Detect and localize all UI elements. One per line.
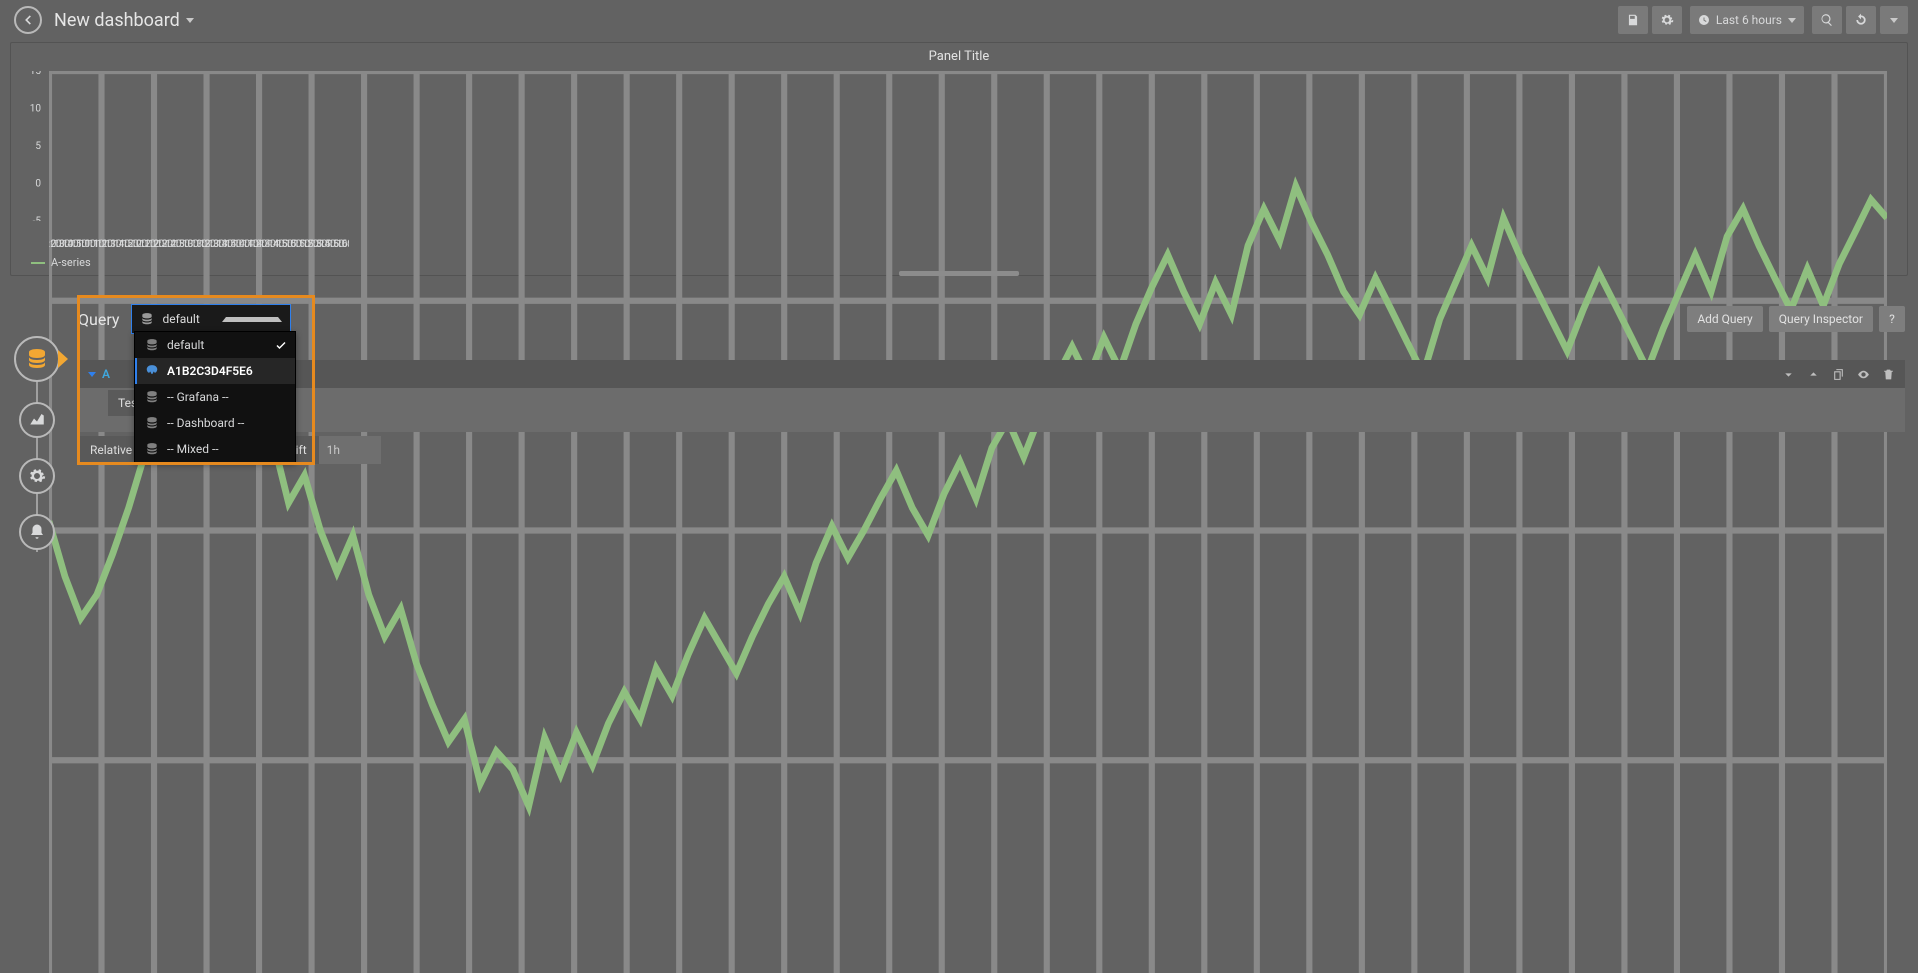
query-row-body: Test xyxy=(78,388,1905,418)
svg-text:0: 0 xyxy=(35,179,41,190)
svg-text:5: 5 xyxy=(35,141,41,152)
query-rows: A Test Relative time 1h Time shift 1h xyxy=(78,360,1905,464)
check-icon xyxy=(275,339,287,351)
svg-text:15: 15 xyxy=(30,71,42,77)
go-back-button[interactable] xyxy=(14,6,42,34)
postgres-icon xyxy=(145,364,159,378)
step-alert[interactable] xyxy=(19,514,55,550)
bell-icon xyxy=(28,523,46,541)
clock-icon xyxy=(1698,14,1710,26)
query-time-options: Relative time 1h Time shift 1h xyxy=(78,436,1905,464)
arrow-left-icon xyxy=(21,13,35,27)
toggle-visibility-icon[interactable] xyxy=(1857,368,1870,381)
datasource-option[interactable]: default xyxy=(135,332,295,358)
database-icon xyxy=(145,390,159,404)
time-shift-input[interactable]: 1h xyxy=(319,436,381,464)
database-icon xyxy=(145,442,159,456)
datasource-option-label: default xyxy=(167,338,204,352)
legend-color-swatch xyxy=(31,262,45,264)
step-general[interactable] xyxy=(19,458,55,494)
datasource-option-label: -- Dashboard -- xyxy=(167,416,244,430)
dashboard-title: New dashboard xyxy=(54,10,180,31)
database-icon xyxy=(145,416,159,430)
query-help-button[interactable]: ? xyxy=(1879,306,1905,332)
datasource-option[interactable]: A1B2C3D4F5E6 xyxy=(135,358,295,384)
chart-y-axis: -5 0 5 10 15 xyxy=(11,71,47,221)
datasource-option-label: -- Mixed -- xyxy=(167,442,219,456)
datasource-selected-label: default xyxy=(162,312,214,326)
step-visualization[interactable] xyxy=(19,402,55,438)
legend-series-name: A-series xyxy=(51,256,91,269)
zoom-icon xyxy=(1820,13,1834,27)
database-icon xyxy=(25,347,49,371)
gear-icon xyxy=(28,467,46,485)
area-chart-icon xyxy=(28,411,46,429)
query-section-label: Query xyxy=(78,310,119,329)
query-editor: Query default Add Query Query Inspector … xyxy=(78,296,1905,464)
time-range-label: Last 6 hours xyxy=(1716,13,1782,27)
query-inspector-button[interactable]: Query Inspector xyxy=(1769,306,1873,332)
datasource-option[interactable]: -- Grafana -- xyxy=(135,384,295,410)
move-up-icon[interactable] xyxy=(1807,368,1820,381)
time-series-chart[interactable] xyxy=(49,71,1887,973)
database-icon xyxy=(145,338,159,352)
dashboard-settings-button[interactable] xyxy=(1652,6,1682,34)
svg-text:-5: -5 xyxy=(33,216,42,221)
zoom-out-button[interactable] xyxy=(1812,6,1842,34)
chart-legend[interactable]: A-series xyxy=(31,256,91,269)
gear-icon xyxy=(1660,13,1674,27)
svg-text:10: 10 xyxy=(30,104,42,115)
caret-up-icon xyxy=(222,317,282,322)
move-down-icon[interactable] xyxy=(1782,368,1795,381)
query-row-header[interactable]: A xyxy=(78,360,1905,388)
panel-edit-step-rail xyxy=(14,336,60,570)
remove-query-icon[interactable] xyxy=(1882,368,1895,381)
duplicate-query-icon[interactable] xyxy=(1832,368,1845,381)
add-query-button[interactable]: Add Query xyxy=(1687,306,1762,332)
datasource-option-label: -- Grafana -- xyxy=(167,390,229,404)
svg-text:16:10: 16:10 xyxy=(337,239,349,250)
datasource-select[interactable]: default xyxy=(131,304,291,334)
datasource-option[interactable]: -- Dashboard -- xyxy=(135,410,295,436)
chart-x-axis: 10:2010:3010:4010:5011:0011:1011:2011:30… xyxy=(49,235,349,253)
panel-resize-handle[interactable] xyxy=(899,271,1019,276)
save-dashboard-button[interactable] xyxy=(1618,6,1648,34)
refresh-interval-dropdown[interactable] xyxy=(1880,6,1908,34)
caret-down-icon xyxy=(186,18,194,23)
caret-down-icon xyxy=(88,372,96,377)
time-range-picker[interactable]: Last 6 hours xyxy=(1690,6,1804,34)
database-icon xyxy=(140,312,154,326)
top-navbar: New dashboard Last 6 hours xyxy=(0,0,1918,40)
datasource-option-label: A1B2C3D4F5E6 xyxy=(167,364,253,378)
query-letter: A xyxy=(102,367,110,381)
caret-down-icon xyxy=(1788,18,1796,23)
save-icon xyxy=(1626,13,1640,27)
datasource-option[interactable]: -- Mixed -- xyxy=(135,436,295,462)
step-queries[interactable] xyxy=(14,336,60,382)
caret-down-icon xyxy=(1890,18,1898,23)
graph-panel: Panel Title 10:2010:3010:4010:5011:0011:… xyxy=(10,42,1908,276)
datasource-dropdown: default A1B2C3D4F5E6 -- Grafana -- -- Dashb… xyxy=(134,331,296,463)
dashboard-title-dropdown[interactable]: New dashboard xyxy=(54,10,194,31)
refresh-icon xyxy=(1854,13,1868,27)
refresh-button[interactable] xyxy=(1846,6,1876,34)
panel-title: Panel Title xyxy=(11,43,1907,66)
